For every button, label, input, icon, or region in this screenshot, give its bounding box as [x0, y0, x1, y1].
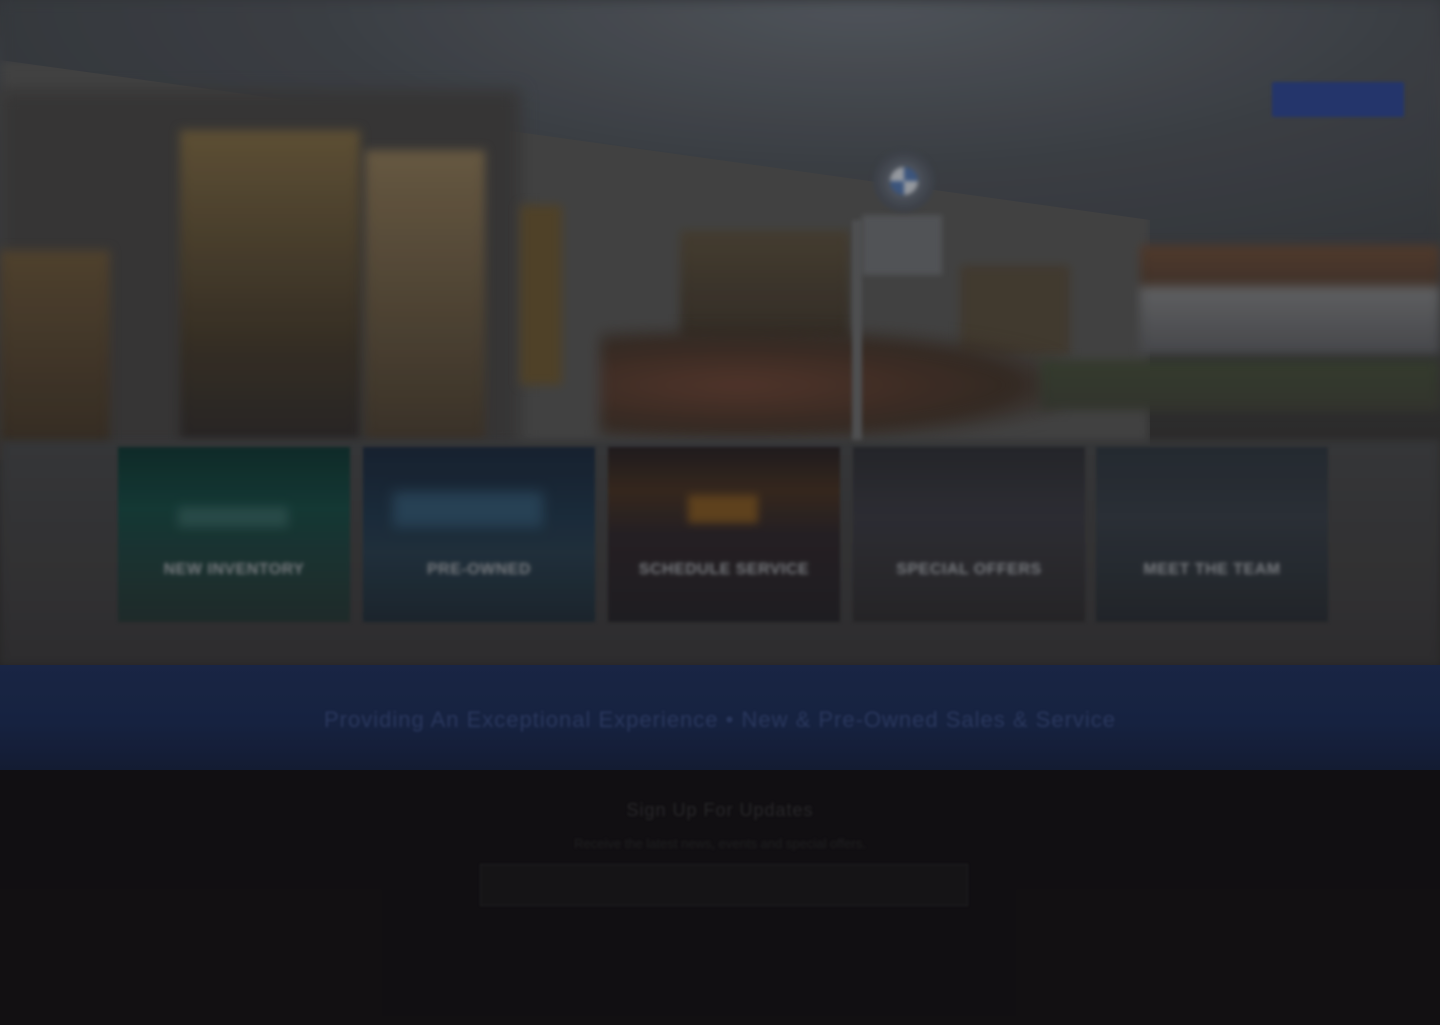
card-image — [118, 447, 350, 622]
showroom-window — [365, 150, 485, 440]
card-label: Special Offers — [896, 561, 1042, 578]
newsletter-title: Sign Up For Updates — [626, 800, 814, 820]
tagline-text: Providing An Exceptional Experience • Ne… — [323, 707, 1117, 732]
landscaping — [600, 330, 1060, 440]
email-field[interactable] — [480, 864, 968, 906]
card-image — [1096, 447, 1328, 622]
feature-card-new-inventory[interactable]: New Inventory — [118, 447, 350, 622]
card-image-highlight — [393, 492, 543, 527]
showroom-window — [520, 205, 562, 385]
sign-in-button[interactable] — [1272, 82, 1404, 117]
card-label: Schedule Service — [638, 561, 810, 578]
feature-card-pre-owned[interactable]: Pre-Owned — [363, 447, 595, 622]
feature-card-special-offers[interactable]: Special Offers — [853, 447, 1085, 622]
feature-cards: New Inventory Pre-Owned Schedule Service… — [118, 447, 1330, 622]
card-label: New Inventory — [163, 561, 305, 578]
card-label: Meet the Team — [1143, 561, 1281, 578]
card-image — [853, 447, 1085, 622]
feature-card-schedule-service[interactable]: Schedule Service — [608, 447, 840, 622]
page: New Inventory Pre-Owned Schedule Service… — [0, 0, 1440, 1025]
feature-card-meet-the-team[interactable]: Meet the Team — [1096, 447, 1328, 622]
far-building — [1140, 245, 1440, 355]
sign-pole — [852, 220, 862, 440]
card-image-highlight — [178, 507, 288, 527]
dealer-sign — [862, 215, 942, 275]
card-image-highlight — [688, 495, 758, 523]
card-label: Pre-Owned — [426, 561, 532, 578]
showroom-window — [680, 230, 850, 340]
brand-logo-icon — [873, 150, 935, 212]
card-image — [608, 447, 840, 622]
tagline-band: Providing An Exceptional Experience • Ne… — [0, 665, 1440, 770]
newsletter-subtitle: Receive the latest news, events and spec… — [574, 836, 866, 851]
card-image — [363, 447, 595, 622]
hero-banner: New Inventory Pre-Owned Schedule Service… — [0, 0, 1440, 665]
showroom-window — [180, 130, 360, 440]
showroom-window — [0, 250, 110, 460]
lawn — [1040, 360, 1440, 410]
